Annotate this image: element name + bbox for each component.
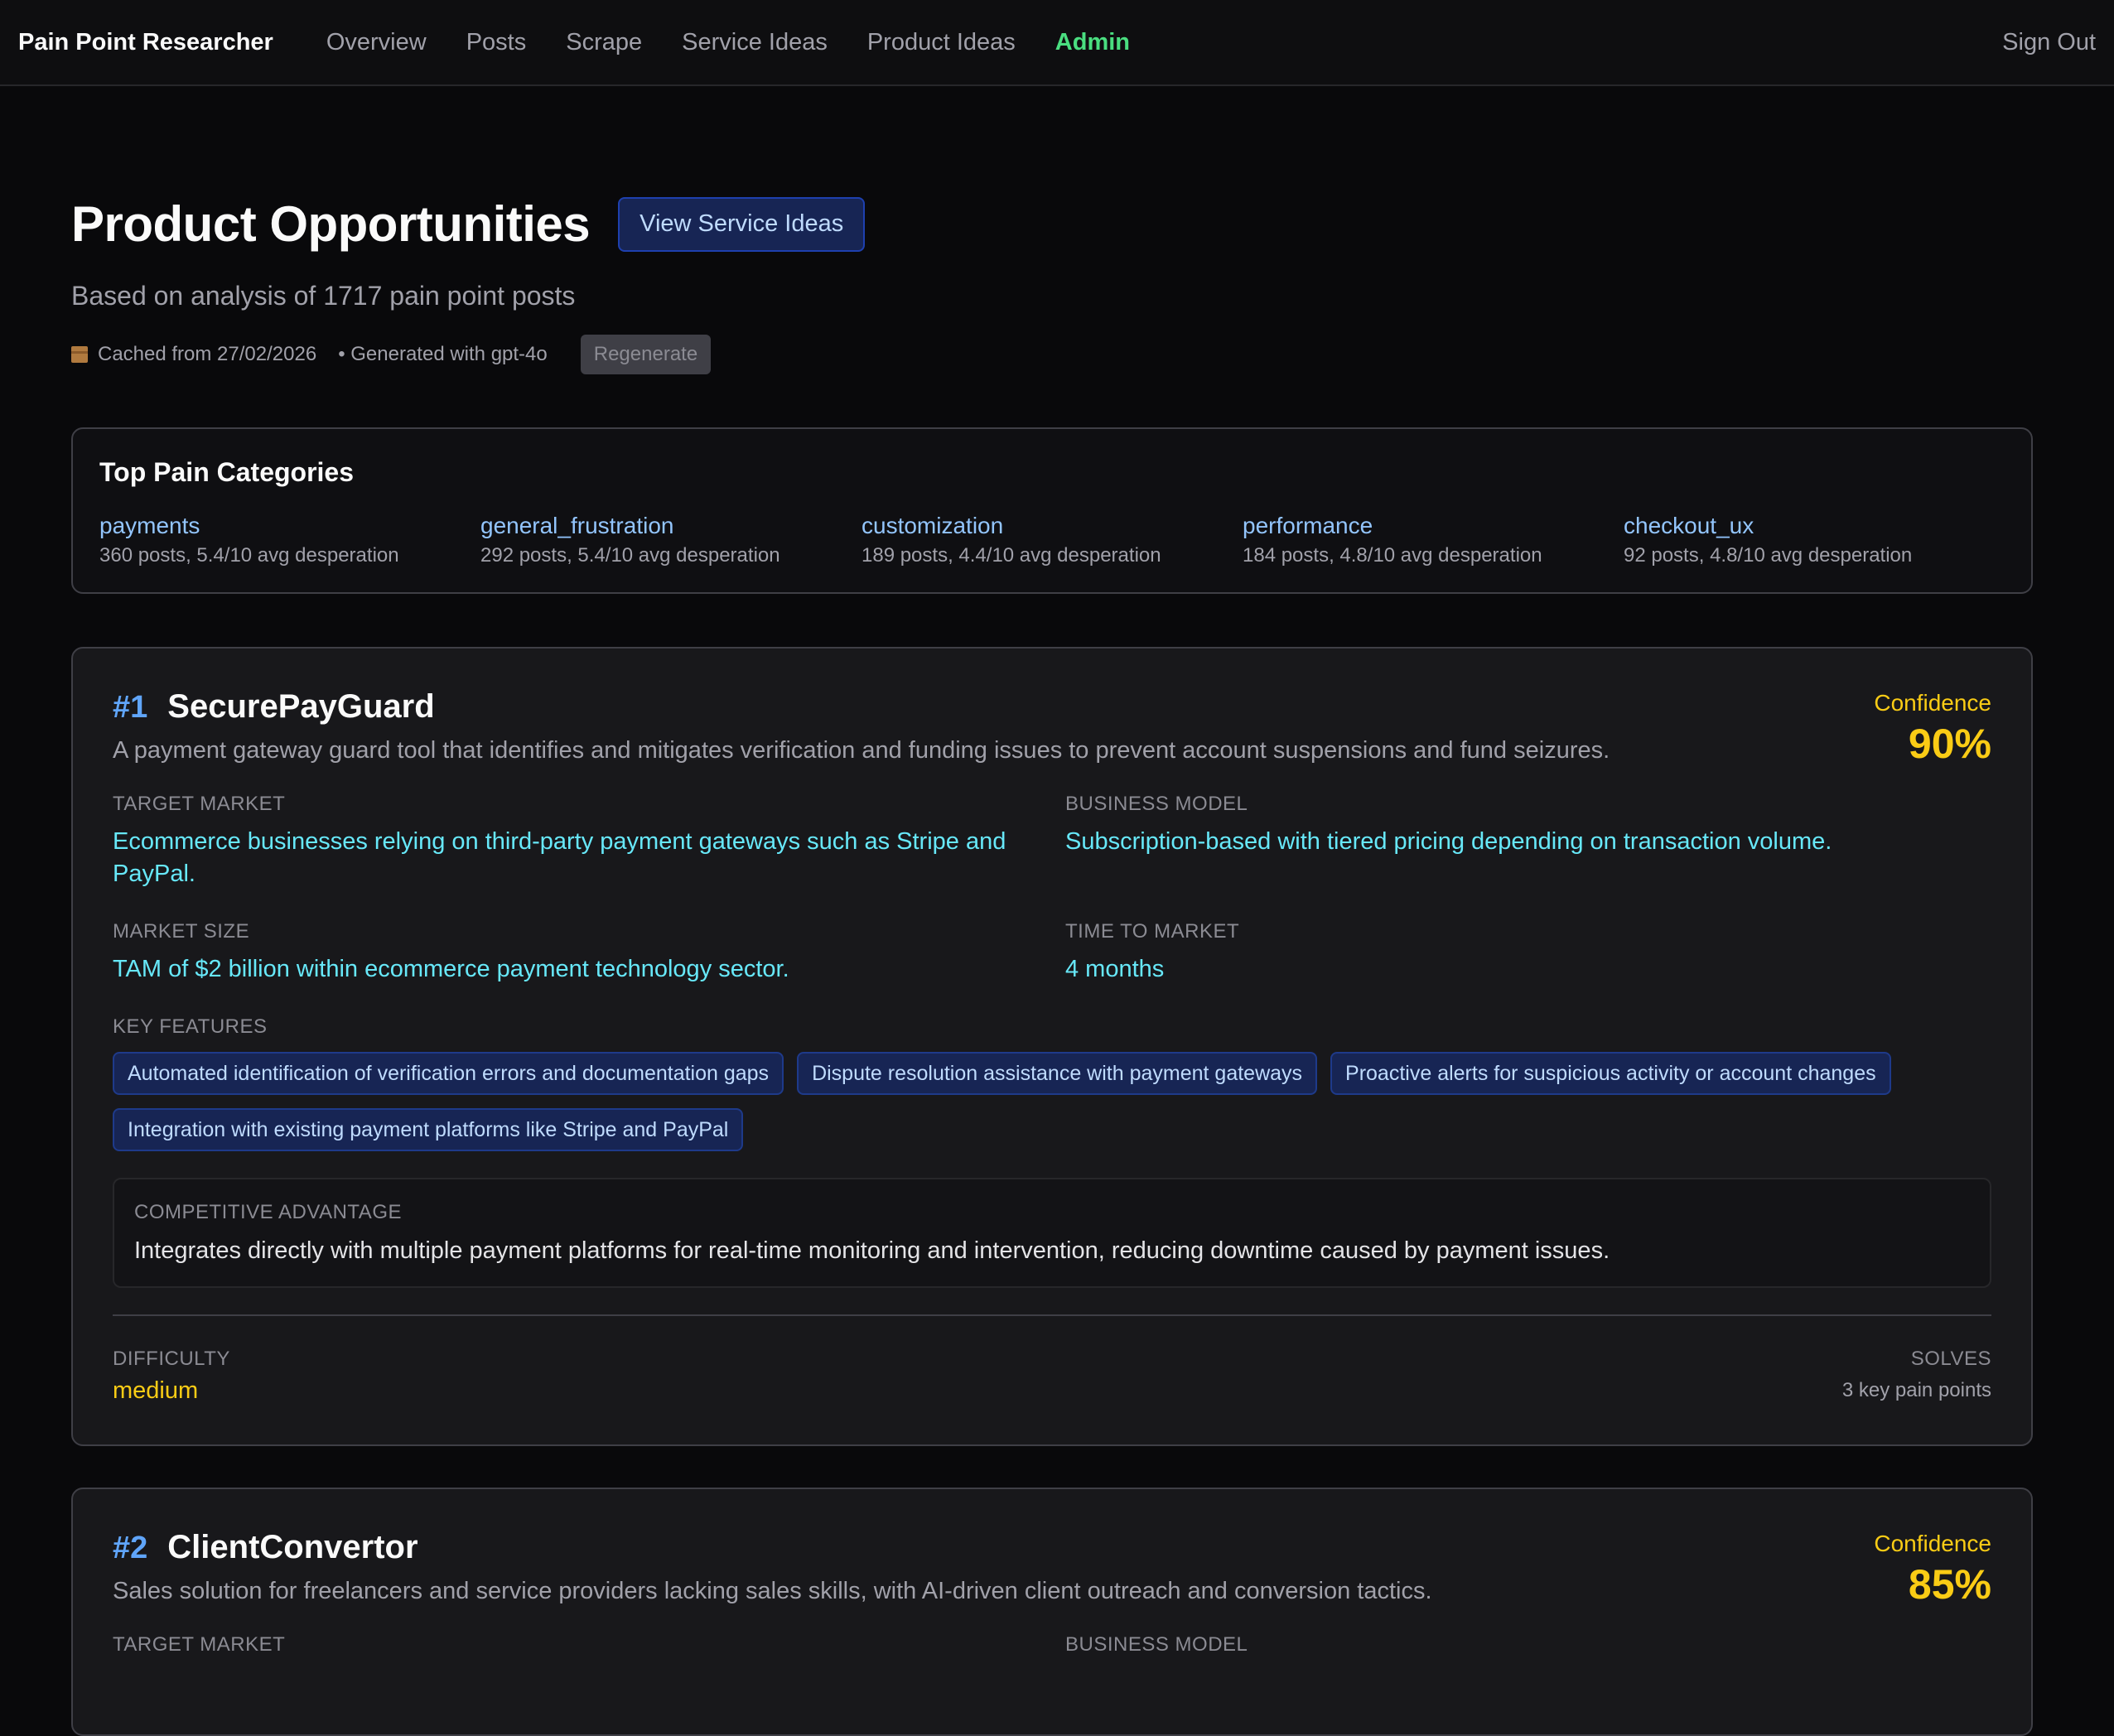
difficulty-label: Difficulty bbox=[113, 1348, 230, 1370]
category-item[interactable]: performance 184 posts, 4.8/10 avg desper… bbox=[1243, 513, 1624, 567]
target-market-field: Target Market bbox=[113, 1633, 1065, 1656]
confidence-block: Confidence 90% bbox=[1874, 690, 1991, 768]
target-market-label: Target Market bbox=[113, 793, 286, 815]
category-item[interactable]: payments 360 posts, 5.4/10 avg desperati… bbox=[99, 513, 480, 567]
key-features-list: Automated identification of verification… bbox=[113, 1052, 2001, 1165]
categories-list: payments 360 posts, 5.4/10 avg desperati… bbox=[99, 513, 2005, 567]
page-subtitle: Based on analysis of 1717 pain point pos… bbox=[71, 281, 576, 311]
nav-link-service-ideas[interactable]: Service Ideas bbox=[682, 29, 828, 56]
product-rank: #2 bbox=[113, 1531, 148, 1565]
main-content: Product Opportunities View Service Ideas… bbox=[0, 195, 2114, 1736]
product-name: SecurePayGuard bbox=[167, 688, 435, 725]
product-details-grid: Target Market Business Model bbox=[113, 1633, 1991, 1686]
title-row: Product Opportunities View Service Ideas bbox=[71, 195, 2043, 253]
business-model-value: Subscription-based with tiered pricing d… bbox=[1065, 828, 1832, 855]
top-nav: Pain Point Researcher Overview Posts Scr… bbox=[0, 0, 2114, 86]
product-details-grid: Target Market Ecommerce businesses relyi… bbox=[113, 793, 1991, 1015]
difficulty-value: medium bbox=[113, 1377, 199, 1404]
target-market-field: Target Market Ecommerce businesses relyi… bbox=[113, 793, 1065, 890]
brand-logo-text[interactable]: Pain Point Researcher bbox=[18, 29, 273, 56]
category-item[interactable]: customization 189 posts, 4.4/10 avg desp… bbox=[862, 513, 1243, 567]
solves-value: 3 key pain points bbox=[1841, 1379, 1991, 1401]
solves-block: Solves 3 key pain points bbox=[1842, 1348, 1991, 1405]
nav-links: Overview Posts Scrape Service Ideas Prod… bbox=[326, 29, 1170, 56]
business-model-label: Business Model bbox=[1065, 1633, 1248, 1656]
product-description: Sales solution for freelancers and servi… bbox=[113, 1578, 1432, 1604]
difficulty-block: Difficulty medium bbox=[113, 1348, 230, 1405]
product-heading: #1 SecurePayGuard bbox=[113, 688, 1991, 726]
category-name[interactable]: customization bbox=[862, 513, 1243, 539]
top-pain-categories-card: Top Pain Categories payments 360 posts, … bbox=[71, 427, 2033, 594]
feature-tag: Dispute resolution assistance with payme… bbox=[797, 1052, 1318, 1095]
confidence-value: 85% bbox=[1908, 1561, 1991, 1608]
product-name: ClientConvertor bbox=[167, 1529, 418, 1565]
competitive-advantage-box: Competitive Advantage Integrates directl… bbox=[113, 1178, 1991, 1288]
category-stats: 184 posts, 4.8/10 avg desperation bbox=[1243, 544, 1542, 567]
category-name[interactable]: checkout_ux bbox=[1624, 513, 2005, 539]
time-to-market-value: 4 months bbox=[1065, 956, 1165, 982]
key-features-label: Key Features bbox=[113, 1015, 268, 1038]
category-name[interactable]: performance bbox=[1243, 513, 1624, 539]
competitive-advantage-label: Competitive Advantage bbox=[134, 1201, 402, 1223]
categories-title: Top Pain Categories bbox=[99, 457, 355, 487]
regenerate-button[interactable]: Regenerate bbox=[580, 335, 712, 374]
generated-model: • Generated with gpt-4o bbox=[338, 343, 548, 365]
page-title: Product Opportunities bbox=[71, 196, 591, 252]
business-model-field: Business Model Subscription-based with t… bbox=[1065, 793, 1993, 890]
confidence-value: 90% bbox=[1908, 721, 1991, 767]
solves-label: Solves bbox=[1910, 1348, 1991, 1370]
view-service-ideas-button[interactable]: View Service Ideas bbox=[618, 196, 866, 252]
market-size-field: Market Size TAM of $2 billion within eco… bbox=[113, 920, 1065, 986]
confidence-label: Confidence bbox=[1874, 1531, 1991, 1556]
target-market-value: Ecommerce businesses relying on third-pa… bbox=[113, 828, 1006, 887]
product-rank: #1 bbox=[113, 690, 148, 725]
nav-link-admin[interactable]: Admin bbox=[1055, 29, 1130, 56]
cache-meta-row: Cached from 27/02/2026 • Generated with … bbox=[71, 335, 2043, 374]
business-model-field: Business Model bbox=[1065, 1633, 1993, 1656]
category-name[interactable]: general_frustration bbox=[480, 513, 862, 539]
time-to-market-label: Time to Market bbox=[1065, 920, 1240, 943]
category-stats: 92 posts, 4.8/10 avg desperation bbox=[1624, 544, 1913, 567]
confidence-label: Confidence bbox=[1874, 690, 1991, 716]
nav-link-overview[interactable]: Overview bbox=[326, 29, 427, 56]
nav-link-posts[interactable]: Posts bbox=[466, 29, 527, 56]
feature-tag: Proactive alerts for suspicious activity… bbox=[1330, 1052, 1891, 1095]
product-card: #1 SecurePayGuard A payment gateway guar… bbox=[71, 647, 2033, 1446]
product-description: A payment gateway guard tool that identi… bbox=[113, 737, 1610, 764]
market-size-label: Market Size bbox=[113, 920, 250, 943]
package-icon bbox=[71, 346, 88, 363]
category-name[interactable]: payments bbox=[99, 513, 480, 539]
nav-link-product-ideas[interactable]: Product Ideas bbox=[867, 29, 1016, 56]
category-item[interactable]: checkout_ux 92 posts, 4.8/10 avg despera… bbox=[1624, 513, 2005, 567]
cached-date: Cached from 27/02/2026 bbox=[98, 343, 317, 365]
business-model-label: Business Model bbox=[1065, 793, 1248, 815]
sign-out-link[interactable]: Sign Out bbox=[2002, 29, 2096, 56]
confidence-block: Confidence 85% bbox=[1874, 1531, 1991, 1608]
category-item[interactable]: general_frustration 292 posts, 5.4/10 av… bbox=[480, 513, 862, 567]
category-stats: 189 posts, 4.4/10 avg desperation bbox=[862, 544, 1161, 567]
category-stats: 292 posts, 5.4/10 avg desperation bbox=[480, 544, 780, 567]
market-size-value: TAM of $2 billion within ecommerce payme… bbox=[113, 956, 789, 982]
feature-tag: Integration with existing payment platfo… bbox=[113, 1108, 744, 1151]
nav-link-scrape[interactable]: Scrape bbox=[566, 29, 642, 56]
feature-tag: Automated identification of verification… bbox=[113, 1052, 784, 1095]
competitive-advantage-text: Integrates directly with multiple paymen… bbox=[134, 1237, 1610, 1264]
product-heading: #2 ClientConvertor bbox=[113, 1529, 1991, 1566]
product-card: #2 ClientConvertor Sales solution for fr… bbox=[71, 1488, 2033, 1736]
time-to-market-field: Time to Market 4 months bbox=[1065, 920, 1993, 986]
card-divider bbox=[113, 1314, 1991, 1316]
target-market-label: Target Market bbox=[113, 1633, 286, 1656]
category-stats: 360 posts, 5.4/10 avg desperation bbox=[99, 544, 399, 567]
card-footer: Difficulty medium Solves 3 key pain poin… bbox=[113, 1348, 1991, 1405]
